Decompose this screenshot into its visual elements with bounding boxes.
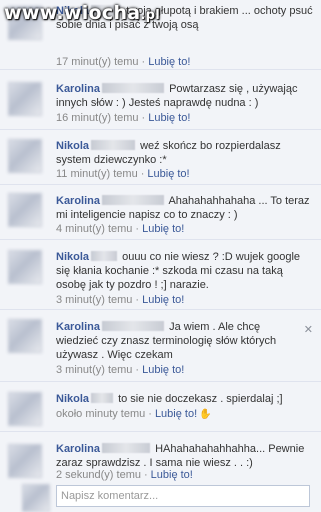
like-thumb-icon: ✋ <box>199 409 212 420</box>
comment-text: Karolina HAhahahahahhahha... Pewnie zara… <box>56 442 313 470</box>
comment-composer <box>0 482 321 512</box>
redacted-surname <box>102 195 165 205</box>
like-link[interactable]: Lubię to! <box>142 364 184 376</box>
avatar[interactable] <box>8 250 42 284</box>
comment-meta: 16 minut(y) temu · Lubię to! <box>56 112 191 124</box>
close-icon[interactable]: ✕ <box>304 323 313 336</box>
comment-meta: 11 minut(y) temu · Lubię to! <box>56 168 190 180</box>
avatar[interactable] <box>8 139 42 173</box>
comment-body: weź skończ bo rozpierdalasz system dziew… <box>56 140 281 166</box>
comment-text: Nikola weź skończ bo rozpierdalasz syste… <box>56 139 313 167</box>
comment-time[interactable]: 3 minut(y) temu <box>56 364 132 376</box>
comment-meta: 17 minut(y) temu · Lubię to! <box>56 56 191 68</box>
comment-time[interactable]: 16 minut(y) temu <box>56 112 139 124</box>
comment-meta: około minuty temu · Lubię to! ✋ <box>56 408 212 420</box>
comment-list: Nikola twoją głupotą i brakiem ... ochot… <box>0 0 321 512</box>
redacted-surname <box>102 83 165 93</box>
avatar[interactable] <box>8 392 42 426</box>
comment-item: Karolina HAhahahahahhahha... Pewnie zara… <box>0 432 321 482</box>
comment-meta: 2 sekund(y) temu · Lubię to! <box>56 469 193 481</box>
like-link[interactable]: Lubię to! <box>148 56 190 68</box>
redacted-surname <box>102 321 165 331</box>
comment-time[interactable]: 2 sekund(y) temu <box>56 469 141 481</box>
comment-time[interactable]: 11 minut(y) temu <box>56 168 138 180</box>
avatar <box>22 484 50 512</box>
comment-item: Nikola ouuu co nie wiesz ? :D wujek goog… <box>0 240 321 310</box>
comment-text: Nikola ouuu co nie wiesz ? :D wujek goog… <box>56 250 313 292</box>
like-link[interactable]: Lubię to! <box>147 168 189 180</box>
comment-time[interactable]: 3 minut(y) temu <box>56 294 132 306</box>
like-link[interactable]: Lubię to! <box>155 408 197 420</box>
comment-text: Karolina Ja wiem . Ale chcę wiedzieć czy… <box>56 320 303 362</box>
redacted-surname <box>91 393 114 403</box>
comment-author[interactable]: Nikola <box>56 140 89 152</box>
comment-item: Karolina Ja wiem . Ale chcę wiedzieć czy… <box>0 310 321 382</box>
comment-author[interactable]: Karolina <box>56 195 100 207</box>
comment-meta: 3 minut(y) temu · Lubię to! <box>56 294 185 306</box>
comment-author[interactable]: Karolina <box>56 83 100 95</box>
like-link[interactable]: Lubię to! <box>151 469 193 481</box>
comment-text: Karolina Ahahahahhahaha ... To teraz mi … <box>56 194 313 222</box>
like-link[interactable]: Lubię to! <box>142 294 184 306</box>
redacted-surname <box>91 251 118 261</box>
comment-text: Karolina Powtarzasz się , używając innyc… <box>56 82 313 110</box>
like-link[interactable]: Lubię to! <box>142 223 184 235</box>
redacted-surname <box>102 443 151 453</box>
comment-item: Nikola weź skończ bo rozpierdalasz syste… <box>0 130 321 185</box>
site-watermark: www.wiocha.pl <box>4 2 160 24</box>
comment-time[interactable]: 4 minut(y) temu <box>56 223 132 235</box>
avatar[interactable] <box>8 82 42 116</box>
comment-author[interactable]: Nikola <box>56 393 89 405</box>
comment-body: to sie nie doczekasz . spierdalaj ;] <box>118 393 283 405</box>
like-link[interactable]: Lubię to! <box>148 112 190 124</box>
comment-author[interactable]: Nikola <box>56 251 89 263</box>
comment-meta: 3 minut(y) temu · Lubię to! <box>56 364 185 376</box>
comment-input[interactable] <box>56 485 310 507</box>
comment-meta: 4 minut(y) temu · Lubię to! <box>56 223 185 235</box>
comment-author[interactable]: Karolina <box>56 443 100 455</box>
comment-author[interactable]: Karolina <box>56 321 100 333</box>
comment-time[interactable]: 17 minut(y) temu <box>56 56 139 68</box>
comment-item: Karolina Ahahahahhahaha ... To teraz mi … <box>0 185 321 240</box>
avatar[interactable] <box>8 319 42 353</box>
comment-time[interactable]: około minuty temu <box>56 408 145 420</box>
avatar[interactable] <box>8 193 42 227</box>
avatar[interactable] <box>8 444 42 478</box>
comment-item: Nikola to sie nie doczekasz . spierdalaj… <box>0 382 321 432</box>
comment-item: Karolina Powtarzasz się , używając innyc… <box>0 70 321 130</box>
comment-text: Nikola to sie nie doczekasz . spierdalaj… <box>56 392 313 406</box>
redacted-surname <box>91 140 136 150</box>
